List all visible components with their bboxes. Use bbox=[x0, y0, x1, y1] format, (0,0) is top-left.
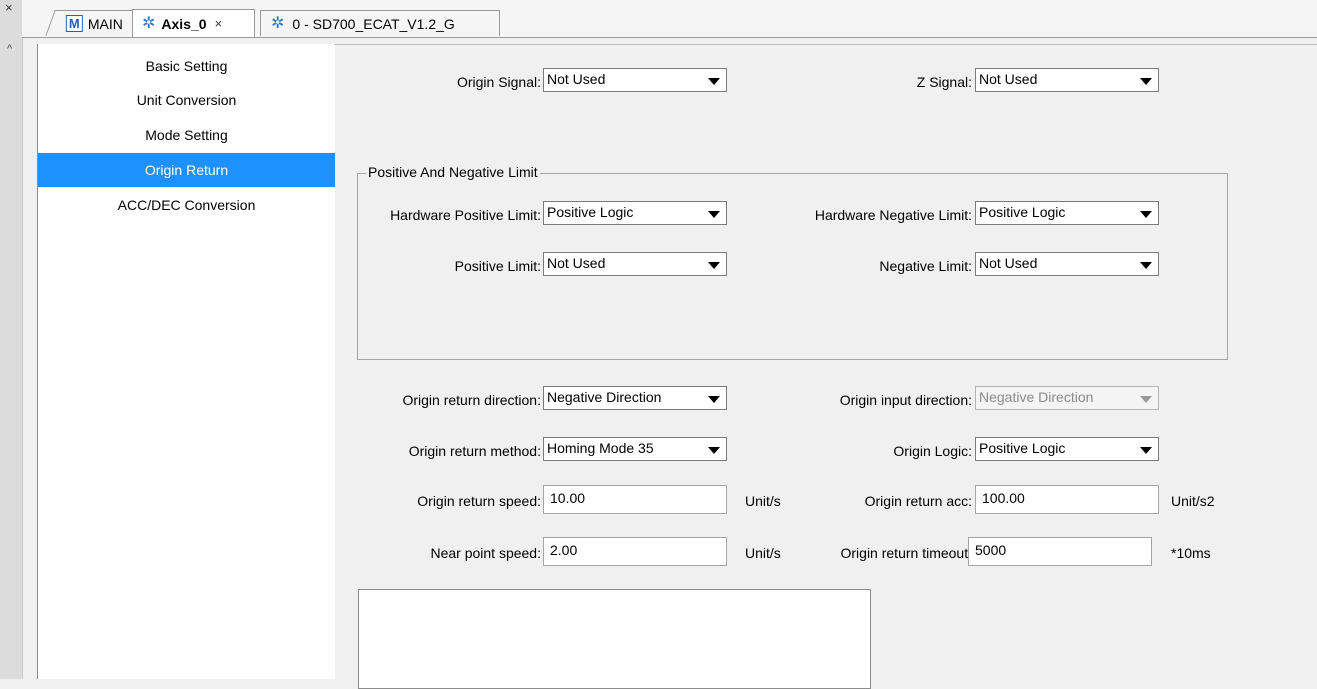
gear-icon: ✲ bbox=[142, 14, 156, 32]
origin-input-direction-label: Origin input direction: bbox=[839, 392, 972, 408]
close-tab-icon[interactable]: × bbox=[215, 16, 223, 31]
origin-input-direction-value: Negative Direction bbox=[979, 389, 1094, 405]
content-divider bbox=[334, 44, 1317, 45]
description-textarea[interactable] bbox=[358, 589, 871, 689]
z-signal-select[interactable]: Not Used bbox=[975, 68, 1159, 92]
hw-positive-limit-label: Hardware Positive Limit: bbox=[390, 207, 541, 223]
tab-main-label: MAIN bbox=[87, 15, 123, 32]
origin-return-timeout-input[interactable]: 5000 bbox=[968, 537, 1152, 566]
origin-return-method-label: Origin return method: bbox=[408, 443, 541, 459]
nav-item-origin-return[interactable]: Origin Return bbox=[38, 153, 335, 187]
hw-negative-limit-select[interactable]: Positive Logic bbox=[975, 201, 1159, 225]
positive-limit-label: Positive Limit: bbox=[454, 258, 541, 274]
origin-return-method-value: Homing Mode 35 bbox=[547, 440, 654, 456]
origin-return-acc-input[interactable]: 100.00 bbox=[975, 485, 1159, 514]
hw-negative-limit-value: Positive Logic bbox=[979, 204, 1066, 220]
dropdown-arrow-icon bbox=[1140, 396, 1152, 403]
origin-return-speed-label: Origin return speed: bbox=[417, 493, 541, 509]
near-point-speed-value: 2.00 bbox=[550, 542, 578, 558]
dropdown-arrow-icon bbox=[1140, 211, 1152, 218]
negative-limit-label: Negative Limit: bbox=[879, 258, 972, 274]
negative-limit-select[interactable]: Not Used bbox=[975, 252, 1159, 276]
origin-return-speed-unit: Unit/s bbox=[745, 493, 781, 509]
positive-limit-select[interactable]: Not Used bbox=[543, 252, 727, 276]
z-signal-value: Not Used bbox=[979, 71, 1038, 87]
origin-logic-select[interactable]: Positive Logic bbox=[975, 437, 1159, 461]
tab-bar: M MAIN ✲ Axis_0 × ✲ 0 - SD700_ECAT_V1.2_… bbox=[22, 0, 1317, 38]
nav-item-mode-setting[interactable]: Mode Setting bbox=[38, 118, 335, 152]
origin-return-acc-label: Origin return acc: bbox=[864, 493, 972, 509]
near-point-speed-unit: Unit/s bbox=[745, 545, 781, 561]
origin-return-direction-value: Negative Direction bbox=[547, 389, 662, 405]
dropdown-arrow-icon bbox=[1140, 78, 1152, 85]
origin-return-acc-value: 100.00 bbox=[982, 490, 1025, 506]
dropdown-arrow-icon bbox=[1140, 262, 1152, 269]
dropdown-arrow-icon bbox=[708, 262, 720, 269]
origin-input-direction-select: Negative Direction bbox=[975, 386, 1159, 410]
origin-return-speed-value: 10.00 bbox=[550, 490, 586, 506]
origin-logic-label: Origin Logic: bbox=[893, 443, 972, 459]
close-panel-icon[interactable]: × bbox=[5, 1, 13, 15]
positive-limit-value: Not Used bbox=[547, 255, 606, 271]
main-program-icon: M bbox=[65, 15, 83, 32]
z-signal-label: Z Signal: bbox=[916, 74, 972, 90]
dropdown-arrow-icon bbox=[1140, 447, 1152, 454]
hw-positive-limit-value: Positive Logic bbox=[547, 204, 634, 220]
hw-positive-limit-select[interactable]: Positive Logic bbox=[543, 201, 727, 225]
nav-item-basic-setting[interactable]: Basic Setting bbox=[38, 49, 335, 83]
near-point-speed-input[interactable]: 2.00 bbox=[543, 537, 727, 566]
dropdown-arrow-icon bbox=[708, 447, 720, 454]
origin-logic-value: Positive Logic bbox=[979, 440, 1066, 456]
limit-group-title: Positive And Negative Limit bbox=[366, 164, 540, 180]
hw-negative-limit-label: Hardware Negative Limit: bbox=[814, 207, 972, 223]
origin-return-acc-unit: Unit/s2 bbox=[1171, 493, 1215, 509]
dropdown-arrow-icon bbox=[708, 78, 720, 85]
origin-return-direction-label: Origin return direction: bbox=[402, 392, 541, 408]
negative-limit-value: Not Used bbox=[979, 255, 1038, 271]
origin-signal-value: Not Used bbox=[547, 71, 606, 87]
nav-item-unit-conversion[interactable]: Unit Conversion bbox=[38, 83, 335, 117]
origin-signal-label: Origin Signal: bbox=[456, 74, 541, 90]
origin-return-direction-select[interactable]: Negative Direction bbox=[543, 386, 727, 410]
origin-return-method-select[interactable]: Homing Mode 35 bbox=[543, 437, 727, 461]
settings-nav: Basic Setting Unit Conversion Mode Setti… bbox=[37, 44, 335, 679]
tab-device-label: 0 - SD700_ECAT_V1.2_G bbox=[292, 15, 455, 32]
tab-device[interactable]: ✲ 0 - SD700_ECAT_V1.2_G bbox=[260, 10, 500, 36]
origin-return-timeout-unit: *10ms bbox=[1171, 545, 1211, 561]
tab-axis-0-label: Axis_0 bbox=[161, 15, 207, 32]
gear-icon: ✲ bbox=[271, 14, 285, 32]
tab-axis-0[interactable]: ✲ Axis_0 × bbox=[132, 9, 255, 37]
collapse-caret-icon[interactable]: ^ bbox=[7, 44, 12, 55]
left-gutter bbox=[0, 0, 23, 679]
origin-return-speed-input[interactable]: 10.00 bbox=[543, 485, 727, 514]
origin-return-timeout-value: 5000 bbox=[975, 542, 1007, 558]
origin-signal-select[interactable]: Not Used bbox=[543, 68, 727, 92]
dropdown-arrow-icon bbox=[708, 211, 720, 218]
nav-item-acc-dec-conversion[interactable]: ACC/DEC Conversion bbox=[38, 188, 335, 222]
origin-return-timeout-label: Origin return timeout: bbox=[840, 545, 973, 561]
dropdown-arrow-icon bbox=[708, 396, 720, 403]
near-point-speed-label: Near point speed: bbox=[430, 545, 541, 561]
